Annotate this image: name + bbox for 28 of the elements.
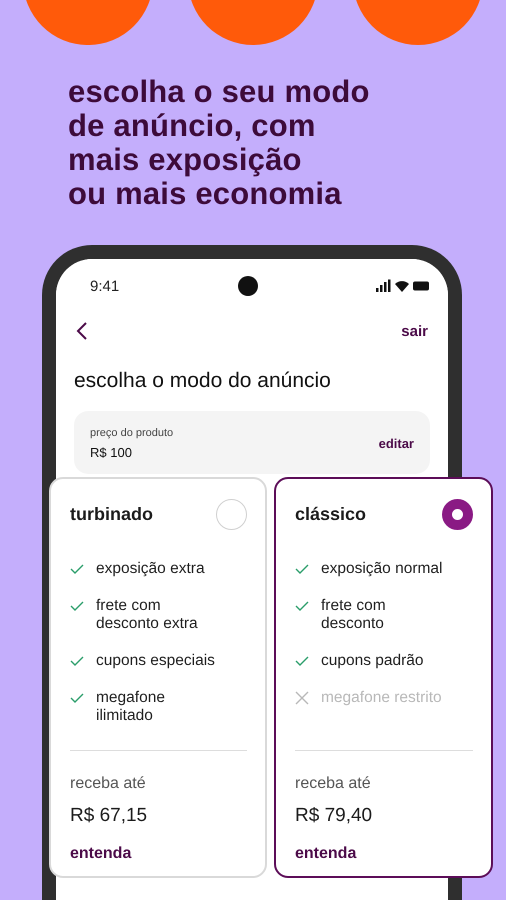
headline: escolha o seu modo de anúncio, com mais exposição ou mais economia bbox=[68, 75, 371, 211]
learn-more-link[interactable]: entenda bbox=[295, 845, 356, 863]
amount: R$ 79,40 bbox=[295, 805, 374, 827]
exit-button[interactable]: sair bbox=[401, 322, 428, 340]
status-time: 9:41 bbox=[90, 278, 120, 294]
price-label: preço do produto bbox=[90, 427, 174, 439]
plan-card[interactable]: turbinado exposição extra frete com desconto extra cupons especiais megafone ilimitado receba até R$ 67,15 entenda bbox=[49, 477, 267, 878]
camera-icon bbox=[238, 276, 258, 296]
radio-button[interactable] bbox=[442, 499, 473, 530]
learn-more-link[interactable]: entenda bbox=[70, 845, 132, 863]
edit-button[interactable]: editar bbox=[378, 436, 414, 451]
plan-name: clássico bbox=[295, 504, 366, 525]
feature-text: exposição normal bbox=[321, 560, 442, 578]
feature-text: megafone restrito bbox=[321, 689, 442, 707]
feature-text: exposição extra bbox=[96, 560, 205, 578]
screen-title: escolha o modo do anúncio bbox=[74, 369, 332, 393]
receive-label: receba até bbox=[295, 775, 372, 793]
status-icons bbox=[376, 279, 430, 293]
price-value: R$ 100 bbox=[90, 445, 133, 460]
amount: R$ 67,15 bbox=[70, 805, 148, 827]
receive-label: receba até bbox=[70, 775, 147, 793]
feature-text: frete com desconto bbox=[321, 597, 386, 633]
feature-text: cupons especiais bbox=[96, 652, 215, 670]
feature-text: cupons padrão bbox=[321, 652, 424, 670]
feature-text: frete com desconto extra bbox=[96, 597, 198, 633]
plan-name: turbinado bbox=[70, 504, 153, 525]
feature-text: megafone ilimitado bbox=[96, 689, 165, 725]
plan-card[interactable]: clássico exposição normal frete com desconto cupons padrão megafone restrito receba até R$ 79,40 entenda bbox=[274, 477, 493, 878]
